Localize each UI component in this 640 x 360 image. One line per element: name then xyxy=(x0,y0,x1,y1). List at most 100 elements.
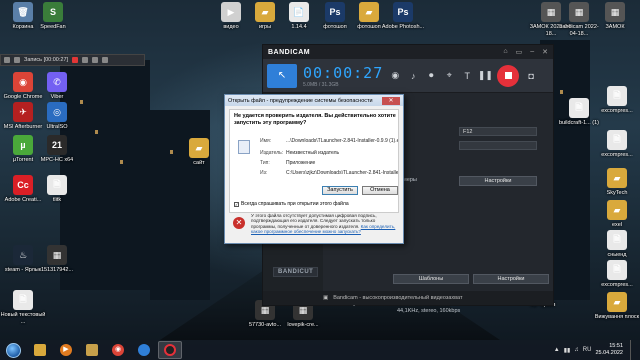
desktop-icon[interactable]: ◎ UltraISO xyxy=(34,102,80,131)
desktop-icon-image: ▦ xyxy=(47,245,67,265)
always-ask-checkbox[interactable]: ✓ Всегда спрашивать при открытии этого ф… xyxy=(234,201,349,207)
desktop-icon[interactable]: ▦ 151317942... xyxy=(34,245,80,274)
monitor-label: меры xyxy=(403,177,417,183)
home-icon[interactable]: ⌂ xyxy=(503,48,507,56)
clock[interactable]: 15:51 25.04.2022 xyxy=(595,343,623,357)
desktop-icon-label: exel xyxy=(611,222,623,228)
desktop-icon[interactable]: 🗎 buildcraft-1... (1) xyxy=(556,98,602,127)
desktop-icon[interactable]: 🗎 excompres... xyxy=(594,130,640,159)
run-button[interactable]: Запустить xyxy=(322,186,358,195)
close-icon[interactable]: ✕ xyxy=(542,48,548,56)
pause-icon[interactable] xyxy=(82,57,89,63)
from-key: Из: xyxy=(260,170,268,176)
desktop-icon-image: ✈ xyxy=(13,102,33,122)
checkbox-checked-icon[interactable]: ✓ xyxy=(234,201,239,207)
desktop-icon[interactable]: S SpeedFan xyxy=(30,2,76,31)
desktop-icon-image: 🗎 xyxy=(607,130,627,150)
clock-time: 15:51 xyxy=(609,343,623,349)
file-icon xyxy=(238,140,250,154)
language-indicator[interactable]: RU xyxy=(583,347,592,353)
settings-button-2[interactable]: Настройки xyxy=(473,274,549,284)
taskbar-chrome[interactable]: ◉ xyxy=(106,341,130,359)
recording-status: Запись [00:00:27] xyxy=(24,57,69,63)
templates-button[interactable]: Шаблоны xyxy=(393,274,469,284)
security-warning-dialog: Открыть файл - предупреждение системы бе… xyxy=(224,94,404,244)
camera-icon[interactable] xyxy=(92,57,99,63)
menu-icon[interactable] xyxy=(14,57,20,63)
screenshot-icon[interactable]: ◘ xyxy=(525,70,537,82)
desktop-icon-image: ▶ xyxy=(221,2,241,22)
desktop-icon[interactable]: 🗎 Новый текстовый ... xyxy=(0,290,46,325)
dialog-titlebar[interactable]: Открыть файл - предупреждение системы бе… xyxy=(225,95,403,106)
bandicam-logo: BANDICAM xyxy=(268,48,311,56)
mic-icon[interactable]: ⏺ xyxy=(425,70,437,82)
files-icon xyxy=(86,344,98,356)
close-icon[interactable] xyxy=(102,57,109,63)
desktop-icon-image: 🗎 xyxy=(47,175,67,195)
desktop-icon-image: ▦ xyxy=(605,2,625,22)
start-button[interactable] xyxy=(0,340,26,360)
desktop-icon-label: MPC-HC x64 xyxy=(40,157,74,163)
bandicut-button[interactable]: BANDICUT xyxy=(273,267,319,277)
windows-logo-icon xyxy=(5,342,21,358)
desktop-icon[interactable]: ▰ сайт xyxy=(176,138,222,167)
dialog-title: Открыть файл - предупреждение системы бе… xyxy=(228,97,373,104)
checkbox-label: Всегда спрашивать при открытии этого фай… xyxy=(241,201,349,207)
hotkey-field-2[interactable] xyxy=(459,141,537,150)
desktop-icon-label: Viber xyxy=(50,94,64,100)
desktop-icon[interactable]: 🗎 сныенд xyxy=(594,230,640,259)
text-icon[interactable]: T xyxy=(461,70,473,82)
desktop-icon-image: ◎ xyxy=(47,102,67,122)
desktop-icon[interactable]: ▦ ЗАМОК xyxy=(592,2,638,31)
desktop-icon[interactable]: 21 MPC-HC x64 xyxy=(34,135,80,164)
pause-button[interactable]: ❚❚ xyxy=(478,70,493,82)
network-icon[interactable]: ▮▮ xyxy=(564,347,571,354)
desktop-icon-label: UltraISO xyxy=(46,124,68,130)
speaker-icon[interactable]: ♪ xyxy=(407,70,419,82)
close-button[interactable]: ✕ xyxy=(382,96,400,105)
record-timer: 00:00:27 xyxy=(303,63,384,82)
desktop-icon-image: ▰ xyxy=(255,2,275,22)
recording-mini-bar[interactable]: Запись [00:00:27] xyxy=(0,54,145,66)
bandicam-statusbar: ▣ Bandicam - высокопроизводительный виде… xyxy=(263,291,553,305)
minimize-icon[interactable]: – xyxy=(530,48,534,56)
desktop-icon-label: Вижування плоск xyxy=(594,314,640,320)
taskbar-explorer[interactable] xyxy=(28,341,52,359)
desktop-icon[interactable]: Ps Adobe Photosh... xyxy=(380,2,426,31)
type-key: Тип: xyxy=(260,160,270,166)
codec-line-2: 44,1KHz, stereo, 160kbps xyxy=(397,308,461,314)
mouse-icon[interactable]: ⌖ xyxy=(443,70,455,82)
desktop-icon[interactable]: ▰ SkyTech xyxy=(594,168,640,197)
bandicam-titlebar[interactable]: BANDICAM ⌂ ▭ – ✕ xyxy=(263,45,553,59)
desktop-icon-label: SkyTech xyxy=(606,190,628,196)
settings-button[interactable]: Настройки xyxy=(459,176,537,186)
desktop-icon-image: ✆ xyxy=(47,72,67,92)
desktop-icon[interactable]: ▰ Вижування плоск xyxy=(594,292,640,321)
stop-icon[interactable] xyxy=(72,57,79,63)
hotkey-field[interactable]: F12 xyxy=(459,127,537,136)
desktop-icon[interactable]: 🗎 excompres... xyxy=(594,260,640,289)
desktop-icon-label: 151317942... xyxy=(40,267,74,273)
tray-arrow-icon[interactable]: ▲ xyxy=(554,347,560,353)
desktop-icon-image: 21 xyxy=(47,135,67,155)
webcam-icon[interactable]: ◉ xyxy=(389,70,401,82)
status-text: Bandicam - высокопроизводительный видеоз… xyxy=(333,295,463,301)
taskbar-bandicam[interactable] xyxy=(158,341,182,359)
taskbar-app[interactable] xyxy=(132,341,156,359)
cancel-button[interactable]: Отмена xyxy=(362,186,398,195)
taskbar-files[interactable] xyxy=(80,341,104,359)
desktop-icon-image: S xyxy=(43,2,63,22)
warning-body: У этого файла отсутствует допустимая циф… xyxy=(251,213,377,229)
desktop-icon[interactable]: ✆ Viber xyxy=(34,72,80,101)
desktop-icon-image: ▰ xyxy=(607,200,627,220)
stop-record-button[interactable] xyxy=(497,64,520,87)
taskbar-media[interactable]: ▶ xyxy=(54,341,78,359)
drag-handle-icon[interactable] xyxy=(4,57,10,63)
volume-icon[interactable]: ♫ xyxy=(574,347,579,353)
show-desktop-button[interactable] xyxy=(630,340,636,360)
folder-icon[interactable]: ▭ xyxy=(516,48,523,56)
record-size: 5.0MB / 31.3GB xyxy=(303,81,339,88)
screen-mode-button[interactable]: ↖ xyxy=(267,63,297,88)
desktop-icon[interactable]: 🗎 tlitk xyxy=(34,175,80,204)
desktop-icon[interactable]: ▰ exel xyxy=(594,200,640,229)
